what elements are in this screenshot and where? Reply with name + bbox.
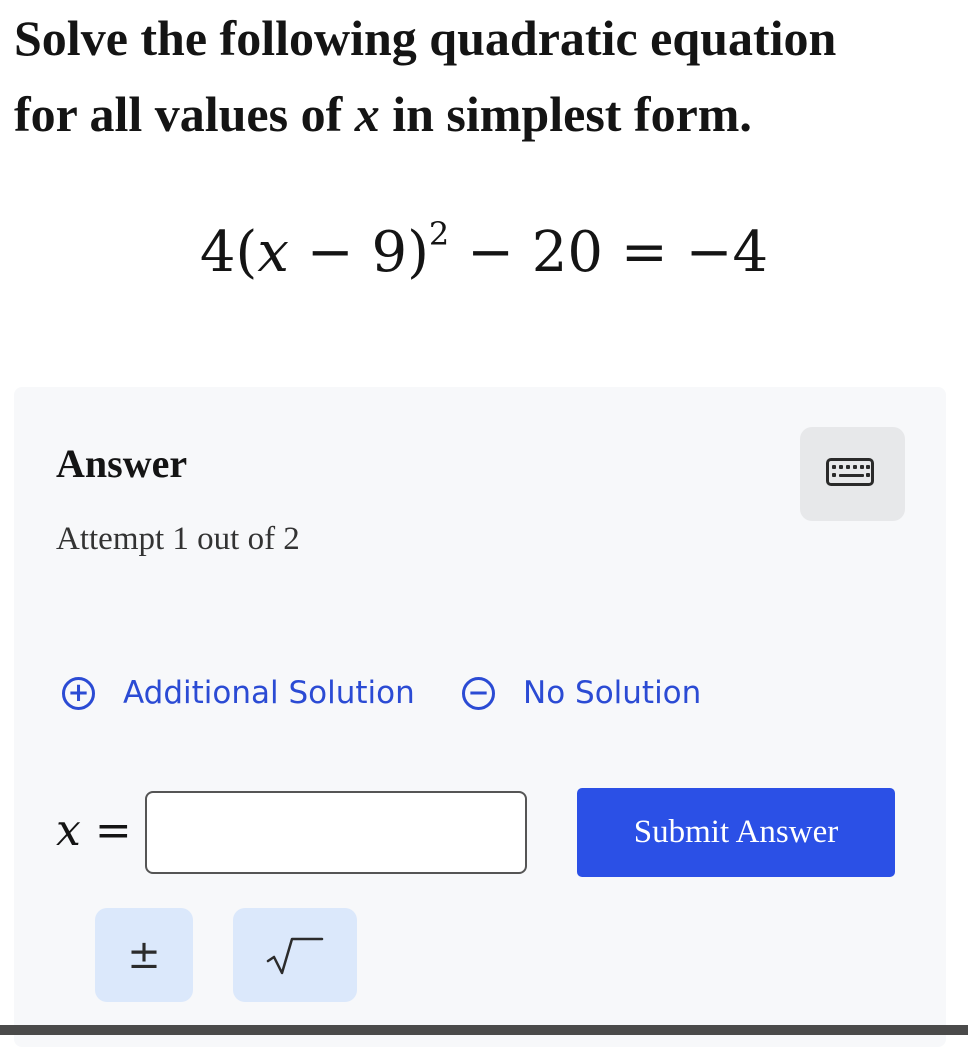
- keyboard-icon: [826, 458, 874, 486]
- minus-circle-icon: −: [462, 676, 495, 710]
- plus-circle-icon: +: [62, 676, 95, 710]
- no-solution-button[interactable]: − No Solution: [462, 670, 701, 716]
- equation-coefficient: 4(: [199, 220, 258, 285]
- question-line-1: Solve the following quadratic equation: [14, 10, 837, 66]
- square-root-icon: [266, 937, 324, 975]
- answer-title: Answer: [56, 441, 188, 486]
- question-text: Solve the following quadratic equation f…: [14, 0, 954, 152]
- answer-input[interactable]: [145, 791, 527, 874]
- bottom-bar: [0, 1025, 968, 1035]
- additional-solution-button[interactable]: + Additional Solution: [62, 670, 415, 716]
- question-line-2: for all values of x in simplest form.: [14, 76, 954, 152]
- no-solution-label: No Solution: [523, 675, 702, 711]
- equation-variable: x: [257, 220, 289, 285]
- square-root-button[interactable]: [233, 908, 357, 1002]
- answer-variable: x: [56, 805, 81, 856]
- keyboard-toggle-button[interactable]: [800, 427, 905, 521]
- answer-equals: =: [80, 805, 132, 856]
- plus-minus-button[interactable]: ±: [95, 908, 193, 1002]
- equation-rest: − 20 = −4: [449, 220, 769, 285]
- additional-solution-label: Additional Solution: [123, 675, 415, 711]
- attempt-counter: Attempt 1 out of 2: [56, 521, 300, 557]
- question-variable: x: [354, 86, 380, 142]
- question-line-2-suffix: in simplest form.: [379, 86, 752, 142]
- equation-inner: − 9): [288, 220, 429, 285]
- plus-minus-symbol: ±: [127, 932, 161, 978]
- submit-answer-button[interactable]: Submit Answer: [577, 788, 895, 877]
- equation-exponent: 2: [428, 215, 450, 254]
- answer-variable-label: x =: [56, 805, 132, 856]
- quadratic-equation: 4(x − 9)2 − 20 = −4: [0, 215, 968, 285]
- question-line-2-prefix: for all values of: [14, 86, 355, 142]
